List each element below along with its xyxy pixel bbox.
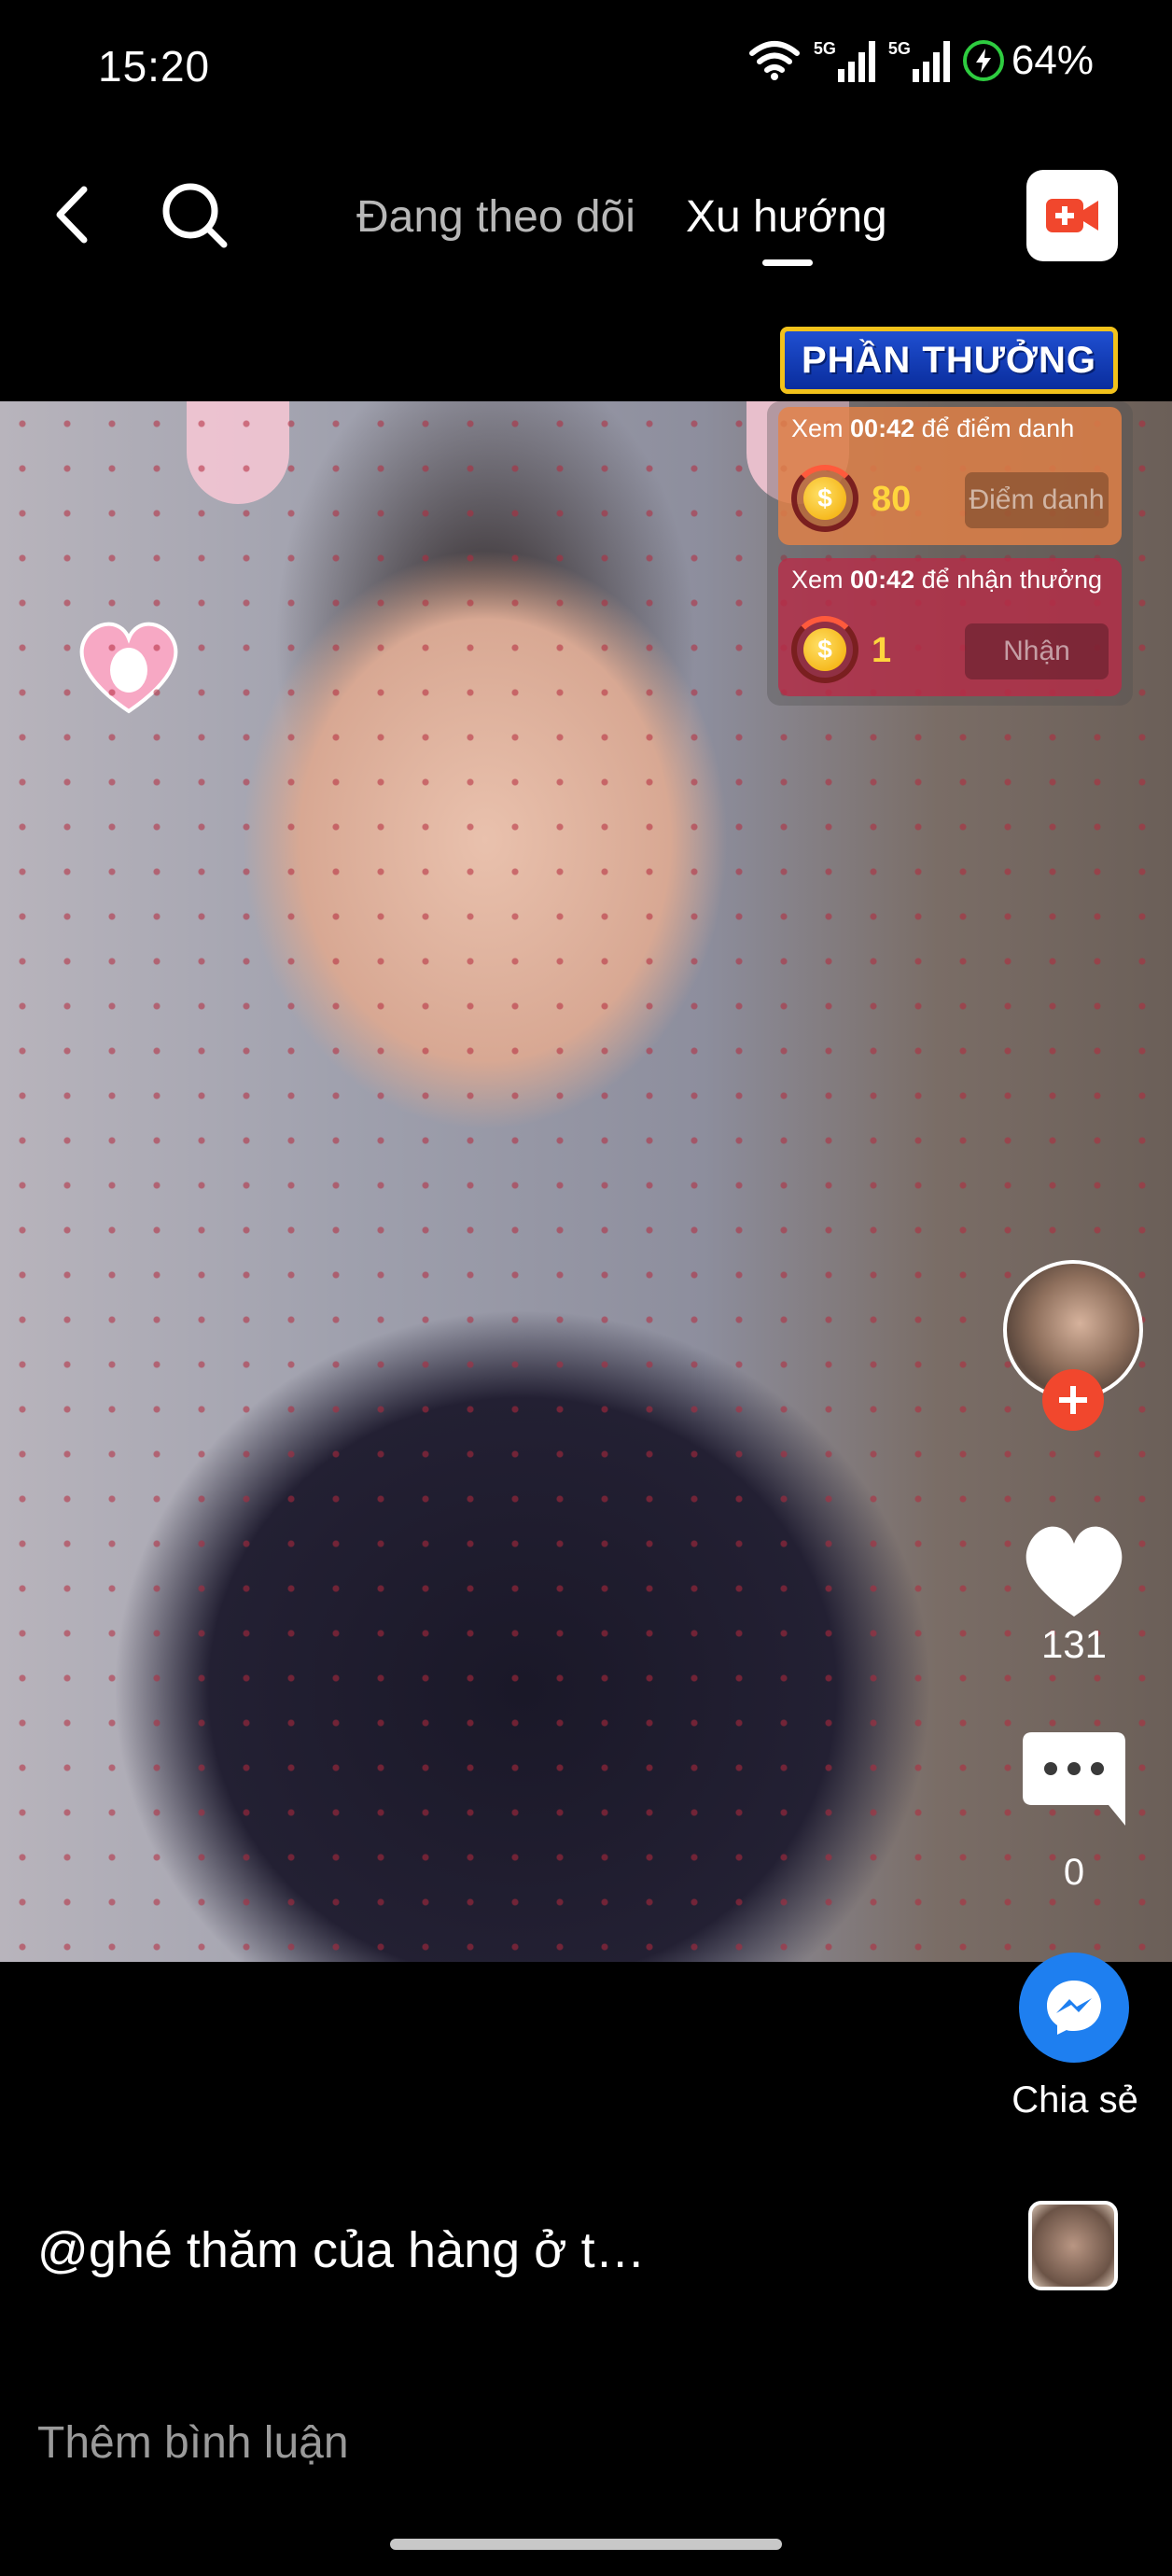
- claim-button[interactable]: Nhận: [965, 623, 1109, 679]
- status-time: 15:20: [98, 42, 211, 91]
- battery-indicator: 64%: [962, 37, 1094, 84]
- wifi-icon: [748, 41, 800, 80]
- live-video-icon: [1046, 199, 1098, 232]
- follow-button[interactable]: [1042, 1369, 1104, 1431]
- coin-icon: $: [803, 628, 846, 671]
- network-type-label: 5G: [887, 39, 911, 58]
- claim-timer-ring: $: [791, 616, 858, 683]
- active-tab-indicator: [762, 259, 813, 266]
- home-indicator[interactable]: [390, 2539, 782, 2550]
- coin-icon: $: [803, 477, 846, 520]
- share-button[interactable]: [1019, 1953, 1129, 2063]
- like-count: 131: [1040, 1622, 1108, 1666]
- claim-coins: 1: [872, 631, 892, 670]
- product-thumbnail[interactable]: [1028, 2201, 1118, 2290]
- video-caption[interactable]: @ghé thăm của hàng ở t…: [37, 2221, 646, 2279]
- signal-icon: 5G: [888, 39, 950, 82]
- live-video-button[interactable]: [1026, 170, 1118, 261]
- checkin-button[interactable]: Điểm danh: [965, 472, 1109, 528]
- messenger-icon: [1047, 1981, 1101, 2035]
- plus-icon: [1059, 1386, 1087, 1414]
- checkin-card: Xem 00:42 để điểm danh $ 80 Điểm danh: [778, 407, 1122, 545]
- checkin-text: Xem 00:42 để điểm danh: [791, 414, 1075, 442]
- charging-icon: [962, 40, 1004, 81]
- heart-icon[interactable]: [1017, 1519, 1131, 1620]
- checkin-coins: 80: [872, 480, 912, 519]
- reward-panel: Xem 00:42 để điểm danh $ 80 Điểm danh Xe…: [767, 401, 1133, 706]
- tab-trending[interactable]: Xu hướng: [686, 191, 887, 243]
- search-button[interactable]: [159, 179, 230, 250]
- claim-card: Xem 00:42 để nhận thưởng $ 1 Nhận: [778, 558, 1122, 696]
- creator-avatar[interactable]: [1003, 1260, 1143, 1431]
- signal-icon: 5G: [814, 39, 875, 82]
- status-icons: 5G 5G 64%: [748, 37, 1094, 84]
- comment-count: 0: [1063, 1852, 1085, 1893]
- checkin-timer-ring: $: [791, 465, 858, 532]
- share-label: Chia sẻ: [1012, 2079, 1138, 2121]
- comment-input[interactable]: Thêm bình luận: [37, 2417, 349, 2469]
- battery-percent: 64%: [1011, 37, 1094, 83]
- back-button[interactable]: [47, 182, 103, 247]
- tab-following[interactable]: Đang theo dõi: [356, 191, 635, 243]
- search-icon: [162, 183, 228, 248]
- reward-header[interactable]: PHẦN THƯỞNG: [780, 327, 1118, 394]
- claim-text: Xem 00:42 để nhận thưởng: [791, 566, 1103, 594]
- network-type-label: 5G: [813, 39, 836, 58]
- back-icon: [56, 186, 88, 244]
- comment-icon[interactable]: [1019, 1729, 1129, 1831]
